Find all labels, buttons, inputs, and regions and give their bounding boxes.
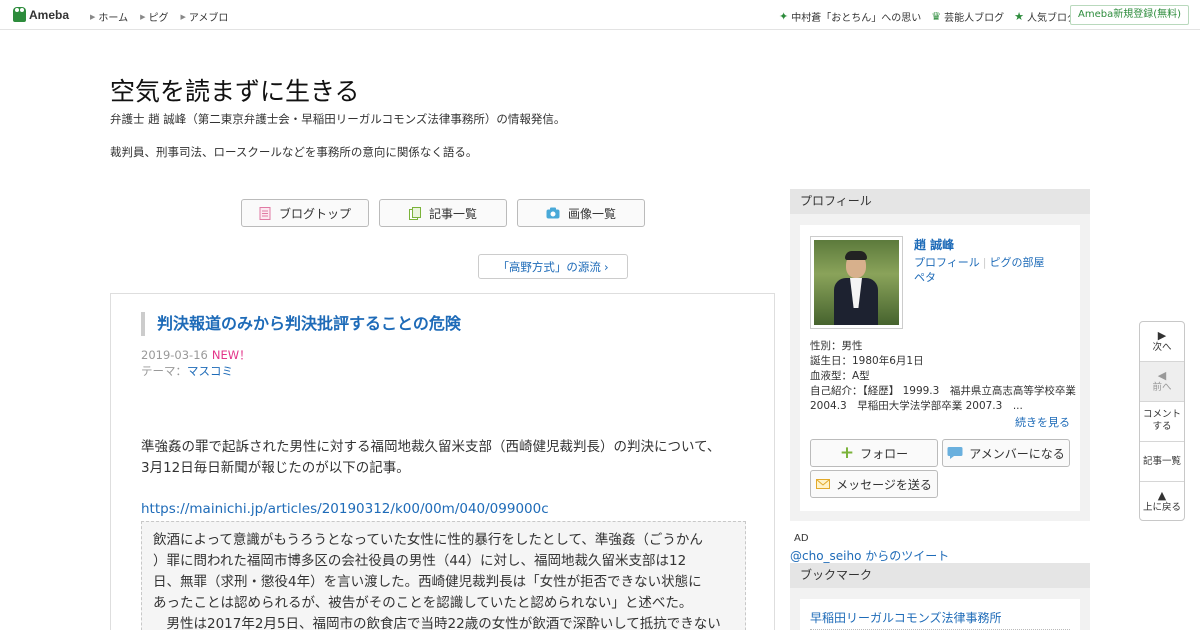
- article-quote: 飲酒によって意識がもうろうとなっていた女性に性的暴行をしたとして、準強姦（ごうか…: [141, 521, 746, 630]
- profile-intro: 自己紹介：【経歴】 1999.3 福井県立高志高等学校卒業 2004.3 早稲田…: [810, 385, 1076, 412]
- theme-link[interactable]: マスコミ: [187, 364, 233, 378]
- triangle-right-icon: ▶: [140, 12, 146, 21]
- logo-text: Ameba: [29, 7, 70, 22]
- blog-top-button[interactable]: ブログトップ: [241, 199, 369, 227]
- back-icon: ◀: [1157, 369, 1167, 382]
- article-external-link[interactable]: https://mainichi.jp/articles/20190312/k0…: [141, 501, 549, 517]
- floating-nav: ▶ 次へ ◀ 前へ コメント する 記事一覧 ▲ 上に戻る: [1139, 321, 1185, 521]
- article-title[interactable]: 判決報道のみから判決批評することの危険: [141, 312, 461, 336]
- profile-gender: 性別：男性: [810, 340, 863, 352]
- back-to-top-label: 上に戻る: [1142, 502, 1181, 513]
- article-list-side-button[interactable]: 記事一覧: [1140, 442, 1184, 482]
- nav-ameblo-label: アメブロ: [188, 13, 229, 24]
- celebrity-blog-label: 芸能人ブログ: [944, 13, 1005, 24]
- link-separator: |: [982, 256, 987, 269]
- ameba-frog-icon: [13, 7, 26, 22]
- article-theme: テーマ：マスコミ: [141, 363, 233, 379]
- article-date: 2019-03-16: [141, 348, 208, 362]
- quote-line: 男性は2017年2月5日、福岡市の飲食店で当時22歳の女性が飲酒で深酔いして抵抗…: [153, 616, 721, 630]
- triangle-right-icon: ▶: [180, 12, 186, 21]
- previous-article-link[interactable]: 「高野方式」の源流 ›: [478, 254, 628, 279]
- crown-icon: ♛: [931, 10, 942, 23]
- article-list-label: 記事一覧: [428, 206, 477, 221]
- triangle-right-icon: ▶: [90, 12, 96, 21]
- twitter-link[interactable]: @cho_seiho からのツイート: [790, 547, 949, 564]
- profile-birthday: 誕生日：1980年6月1日: [810, 355, 924, 367]
- bookmark-link[interactable]: 早稲田リーガルコモンズ法律事務所: [810, 609, 1070, 630]
- follow-button[interactable]: + フォロー: [810, 439, 938, 467]
- nav-pigg-label: ピグ: [148, 13, 169, 24]
- theme-prefix: テーマ：: [141, 364, 187, 378]
- read-more-link[interactable]: 続きを見る: [1015, 414, 1070, 430]
- nav-home-label: ホーム: [98, 13, 129, 24]
- popular-blog-link[interactable]: ★ 人気ブログ: [1014, 9, 1077, 24]
- blog-title[interactable]: 空気を読まずに生きる: [110, 72, 360, 108]
- body-paragraph-line: 準強姦の罪で起訴された男性に対する福岡地裁久留米支部（西崎健児裁判長）の判決につ…: [141, 439, 721, 455]
- profile-blood-type: 血液型：A型: [810, 370, 870, 382]
- celebrity-blog-link[interactable]: ♛ 芸能人ブログ: [931, 9, 1004, 24]
- next-label: 次へ: [1152, 342, 1172, 353]
- sparkle-icon: ✦: [779, 10, 789, 23]
- article-list-button[interactable]: 記事一覧: [379, 199, 507, 227]
- global-nav: ▶ ホーム ▶ ピグ ▶ アメブロ: [90, 9, 229, 25]
- profile-link[interactable]: プロフィール: [914, 256, 980, 269]
- prev-label: 前へ: [1152, 382, 1172, 393]
- header-right-links: ✦ 中村蒼「おとちん」への思い ♛ 芸能人ブログ ★ 人気ブログ: [779, 9, 1077, 24]
- pigg-room-link[interactable]: ピグの部屋: [990, 256, 1045, 269]
- quote-line: 日、無罪（求刑・懲役4年）を言い渡した。西崎健児裁判長は「女性が拒否できない状態…: [153, 574, 702, 590]
- star-icon: ★: [1014, 10, 1024, 23]
- ameba-logo[interactable]: Ameba: [13, 7, 69, 22]
- back-to-top-button[interactable]: ▲ 上に戻る: [1140, 482, 1184, 520]
- amember-button[interactable]: アメンバーになる: [942, 439, 1070, 467]
- nav-ameblo[interactable]: ▶ アメブロ: [180, 9, 229, 25]
- avatar[interactable]: [810, 236, 903, 329]
- image-list-button[interactable]: 画像一覧: [517, 199, 645, 227]
- quote-line: あったことは認められるが、被告がそのことを認識していたと認められない」と述べた。: [153, 595, 693, 611]
- message-label: メッセージを送る: [836, 477, 932, 492]
- triangle-up-icon: ▲: [1157, 489, 1167, 502]
- camera-icon: [546, 207, 560, 219]
- comment-button[interactable]: コメント する: [1140, 402, 1184, 442]
- article-card: 判決報道のみから判決批評することの危険 2019-03-16 NEW！ テーマ：マ…: [110, 293, 775, 630]
- topic-link-label: 中村蒼「おとちん」への思い: [791, 13, 922, 24]
- follow-label: フォロー: [860, 446, 909, 461]
- amember-label: アメンバーになる: [969, 446, 1065, 461]
- image-list-label: 画像一覧: [567, 206, 616, 221]
- peta-link[interactable]: ペタ: [914, 271, 936, 284]
- envelope-icon: [816, 479, 831, 489]
- bookmark-heading: ブックマーク: [790, 563, 1090, 588]
- chat-bubble-icon: [947, 447, 963, 459]
- message-button[interactable]: メッセージを送る: [810, 470, 938, 498]
- document-icon: [259, 206, 271, 220]
- body-paragraph-line: 3月12日毎日新聞が報じたのが以下の記事。: [141, 460, 410, 476]
- blog-description: 弁護士 趙 誠峰（第二東京弁護士会・早稲田リーガルコモンズ法律事務所）の情報発信…: [110, 112, 566, 126]
- plus-icon: +: [839, 442, 855, 463]
- profile-name[interactable]: 趙 誠峰: [914, 236, 954, 253]
- profile-photo: [814, 240, 899, 325]
- copy-icon: [408, 206, 421, 220]
- global-header: Ameba ▶ ホーム ▶ ピグ ▶ アメブロ ✦ 中村蒼「おとちん」への思い ♛ 芸能人…: [0, 0, 1200, 30]
- article-body: 準強姦の罪で起訴された男性に対する福岡地裁久留米支部（西崎健児裁判長）の判決につ…: [141, 437, 751, 479]
- blog-top-label: ブログトップ: [278, 206, 351, 221]
- blog-description-2: 裁判員、刑事司法、ロースクールなどを事務所の意向に関係なく語る。: [110, 145, 478, 159]
- nav-home[interactable]: ▶ ホーム: [90, 9, 129, 25]
- previous-article-label: 「高野方式」の源流: [497, 259, 601, 274]
- profile-heading: プロフィール: [790, 189, 1090, 214]
- quote-line: ）罪に問われた福岡市博多区の会社役員の男性（44）に対し、福岡地裁久留米支部は1…: [153, 553, 687, 569]
- register-button[interactable]: Ameba新規登録(無料): [1069, 5, 1189, 25]
- new-badge: NEW！: [211, 348, 251, 362]
- next-button[interactable]: ▶ 次へ: [1140, 322, 1184, 362]
- topic-link[interactable]: ✦ 中村蒼「おとちん」への思い: [779, 9, 921, 24]
- nav-pigg[interactable]: ▶ ピグ: [140, 9, 169, 25]
- play-icon: ▶: [1157, 329, 1167, 342]
- prev-button[interactable]: ◀ 前へ: [1140, 362, 1184, 402]
- quote-line: 飲酒によって意識がもうろうとなっていた女性に性的暴行をしたとして、準強姦（ごうか…: [153, 532, 703, 548]
- profile-info: 性別：男性 誕生日：1980年6月1日 血液型：A型 自己紹介：【経歴】 199…: [810, 339, 1080, 414]
- chevron-right-icon: ›: [603, 259, 609, 274]
- profile-links: プロフィール | ピグの部屋 ペタ: [914, 255, 1084, 285]
- ad-label: AD: [794, 533, 809, 544]
- article-meta: 2019-03-16 NEW！: [141, 347, 251, 363]
